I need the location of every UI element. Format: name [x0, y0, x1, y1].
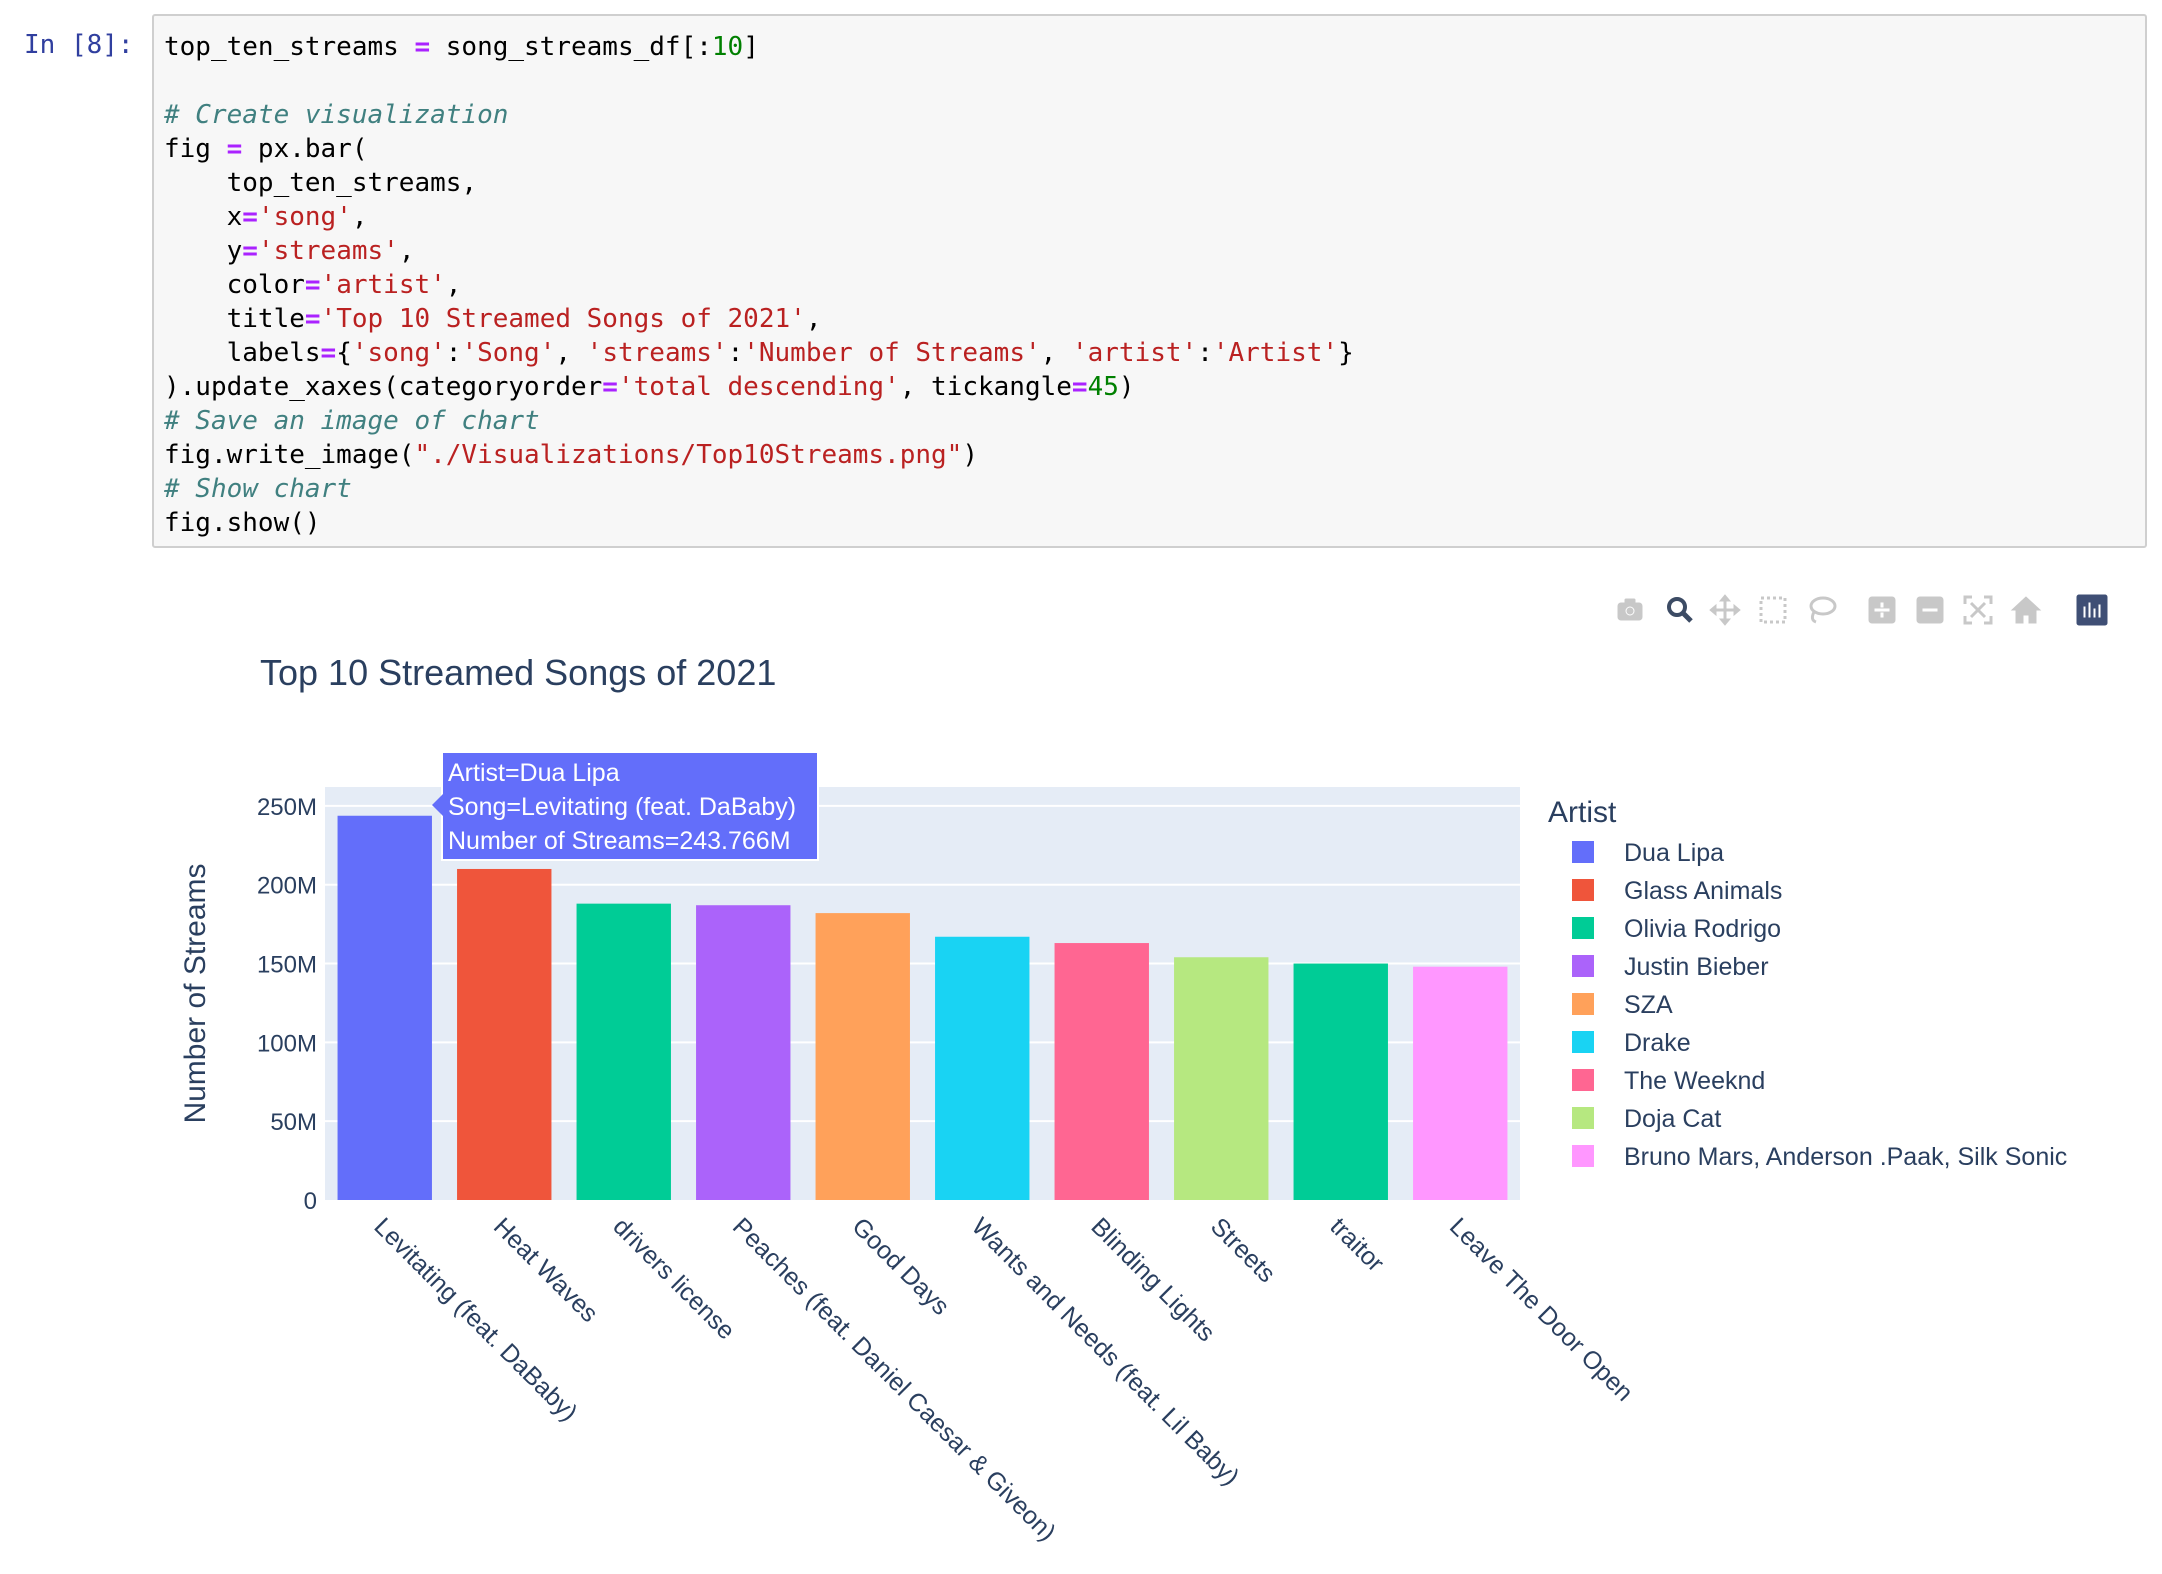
bar[interactable]: [337, 815, 432, 1200]
bar[interactable]: [696, 905, 791, 1200]
y-tick-label: 50M: [270, 1109, 317, 1136]
y-tick-label: 0: [304, 1188, 317, 1215]
bar[interactable]: [457, 868, 552, 1200]
legend-item[interactable]: Dua Lipa: [1624, 839, 1724, 867]
y-tick-label: 150M: [257, 952, 317, 979]
bar-chart: Top 10 Streamed Songs of 2021 0 50M 100M 150…: [179, 652, 2067, 1547]
legend-item[interactable]: Doja Cat: [1624, 1105, 1721, 1133]
bar[interactable]: [1413, 966, 1508, 1200]
legend-swatch[interactable]: [1572, 1107, 1594, 1129]
legend-swatch[interactable]: [1572, 993, 1594, 1015]
legend-swatch[interactable]: [1572, 955, 1594, 977]
legend-item[interactable]: Drake: [1624, 1029, 1691, 1057]
bar[interactable]: [935, 936, 1030, 1200]
legend-item[interactable]: Bruno Mars, Anderson .Paak, Silk Sonic: [1624, 1143, 2067, 1171]
legend-title: Artist: [1548, 796, 1617, 829]
y-axis-label: Number of Streams: [179, 863, 212, 1123]
y-tick-label: 100M: [257, 1030, 317, 1057]
bar[interactable]: [576, 903, 671, 1200]
bar[interactable]: [815, 913, 910, 1200]
legend-item[interactable]: Glass Animals: [1624, 877, 1782, 905]
x-tick-label: Levitating (feat. DaBaby): [369, 1212, 583, 1426]
x-tick-label: Good Days: [847, 1212, 955, 1320]
legend-swatch[interactable]: [1572, 1069, 1594, 1091]
y-tick-label: 250M: [257, 794, 317, 821]
bar[interactable]: [1174, 957, 1269, 1200]
legend-item[interactable]: The Weeknd: [1624, 1067, 1765, 1095]
bar[interactable]: [1054, 943, 1149, 1200]
x-tick-label: traitor: [1325, 1212, 1390, 1277]
legend-swatch[interactable]: [1572, 917, 1594, 939]
legend-swatch[interactable]: [1572, 1145, 1594, 1167]
legend-item[interactable]: SZA: [1624, 991, 1673, 1019]
legend-swatch[interactable]: [1572, 841, 1594, 863]
x-tick-label: Wants and Needs (feat. Lil Baby): [966, 1212, 1245, 1491]
tooltip-line: Song=Levitating (feat. DaBaby): [448, 793, 796, 821]
x-tick-label: Heat Waves: [488, 1212, 603, 1327]
tooltip-line: Artist=Dua Lipa: [448, 759, 620, 787]
chart-title: Top 10 Streamed Songs of 2021: [260, 652, 776, 693]
x-tick-label: Blinding Lights: [1086, 1212, 1221, 1347]
x-tick-label: Streets: [1205, 1212, 1281, 1288]
legend-item[interactable]: Olivia Rodrigo: [1624, 915, 1781, 943]
legend-swatch[interactable]: [1572, 1031, 1594, 1053]
x-tick-label: Leave The Door Open: [1444, 1212, 1638, 1406]
x-tick-label: drivers license: [608, 1212, 741, 1345]
tooltip-line: Number of Streams=243.766M: [448, 827, 791, 855]
bar[interactable]: [1293, 963, 1388, 1200]
y-tick-label: 200M: [257, 873, 317, 900]
legend-swatch[interactable]: [1572, 879, 1594, 901]
legend-item[interactable]: Justin Bieber: [1624, 953, 1769, 981]
